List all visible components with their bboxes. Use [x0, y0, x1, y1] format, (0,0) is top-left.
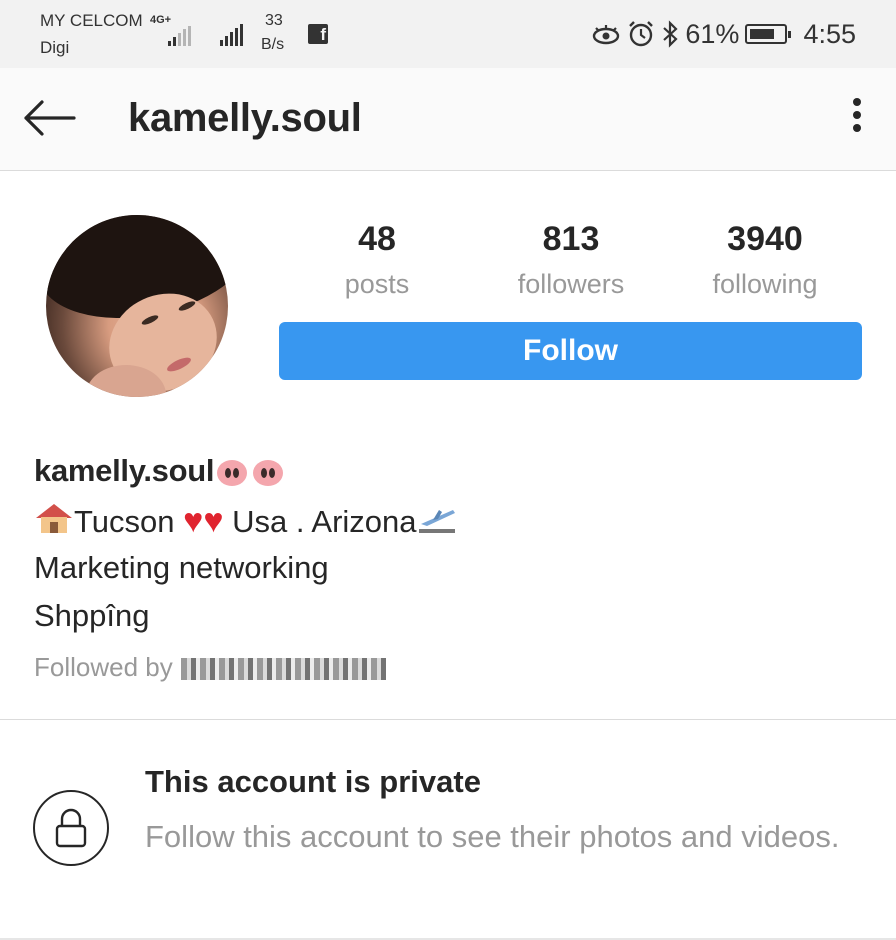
heart-icon: ♥ — [203, 502, 224, 540]
network-speed-value: 33 — [265, 12, 283, 29]
lock-icon — [55, 808, 87, 848]
facebook-icon: f — [308, 24, 328, 44]
status-bar: MY CELCOM Digi 4G+ 33 B/s f 61% 4:55 — [0, 0, 896, 68]
carrier-secondary: Digi — [40, 38, 70, 57]
carrier-primary: MY CELCOM — [40, 11, 143, 30]
bio-line: Marketing networking — [34, 550, 329, 585]
back-arrow-icon[interactable] — [22, 98, 76, 138]
bio-city: Tucson — [74, 504, 175, 539]
pig-nose-icon — [217, 459, 248, 486]
posts-count[interactable]: 48 posts — [277, 220, 477, 300]
bio-name: kamelly.soul — [34, 453, 215, 488]
network-type: 4G+ — [150, 14, 172, 26]
blurred-usernames — [180, 658, 386, 681]
followers-count[interactable]: 813 followers — [471, 220, 671, 300]
bluetooth-icon — [663, 20, 678, 48]
more-options-icon[interactable] — [848, 98, 866, 140]
followers-value: 813 — [542, 220, 600, 258]
battery-percent: 61% — [685, 18, 740, 49]
pig-nose-icon — [253, 459, 284, 486]
private-account-title: This account is private — [145, 764, 481, 799]
following-label: following — [712, 269, 818, 299]
followers-label: followers — [517, 269, 625, 299]
lock-icon-circle — [33, 790, 109, 866]
heart-icon: ♥ — [183, 502, 204, 540]
bio-location: Usa . Arizona — [232, 504, 417, 539]
followed-by-label: Followed by — [34, 652, 173, 682]
followed-by[interactable]: Followed by — [34, 652, 386, 683]
signal-icon — [220, 24, 243, 46]
clock: 4:55 — [803, 18, 856, 49]
posts-value: 48 — [358, 220, 396, 258]
signal-icon — [168, 26, 191, 46]
bio-line: Shppîng — [34, 598, 150, 633]
house-icon — [36, 504, 72, 533]
page-title: kamelly.soul — [128, 96, 362, 140]
battery-icon — [745, 24, 792, 44]
follow-button[interactable]: Follow — [279, 322, 862, 380]
bio-name-line: kamelly.soul — [34, 453, 284, 489]
divider — [0, 719, 896, 720]
avatar[interactable] — [46, 215, 228, 397]
private-account-description: Follow this account to see their photos … — [145, 819, 840, 854]
status-icons: 61% 4:55 — [591, 16, 856, 52]
bio-location-line: Tucson ♥♥ Usa . Arizona — [34, 502, 457, 540]
following-count[interactable]: 3940 following — [665, 220, 865, 300]
posts-label: posts — [344, 269, 410, 299]
app-header: kamelly.soul — [0, 68, 896, 171]
network-speed-unit: B/s — [261, 36, 285, 53]
airplane-departure-icon — [418, 510, 455, 533]
alarm-icon — [629, 21, 654, 47]
eye-comfort-icon — [593, 25, 620, 45]
battery-level-fill — [750, 29, 774, 39]
following-value: 3940 — [727, 220, 803, 258]
